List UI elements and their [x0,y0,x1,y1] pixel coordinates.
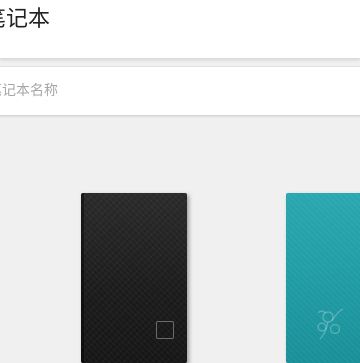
floral-pattern-icon [317,308,344,340]
notebook-grid [0,116,360,363]
notebook-emblem-icon [156,321,174,339]
notebook-item-black[interactable] [81,193,187,363]
page-title: 笔记本 [0,7,51,32]
search-input[interactable] [0,67,360,115]
search-bar [0,66,360,116]
notebook-spine [81,193,84,363]
app-header: 笔记本 [0,0,360,59]
notebook-item-teal[interactable] [286,193,360,363]
